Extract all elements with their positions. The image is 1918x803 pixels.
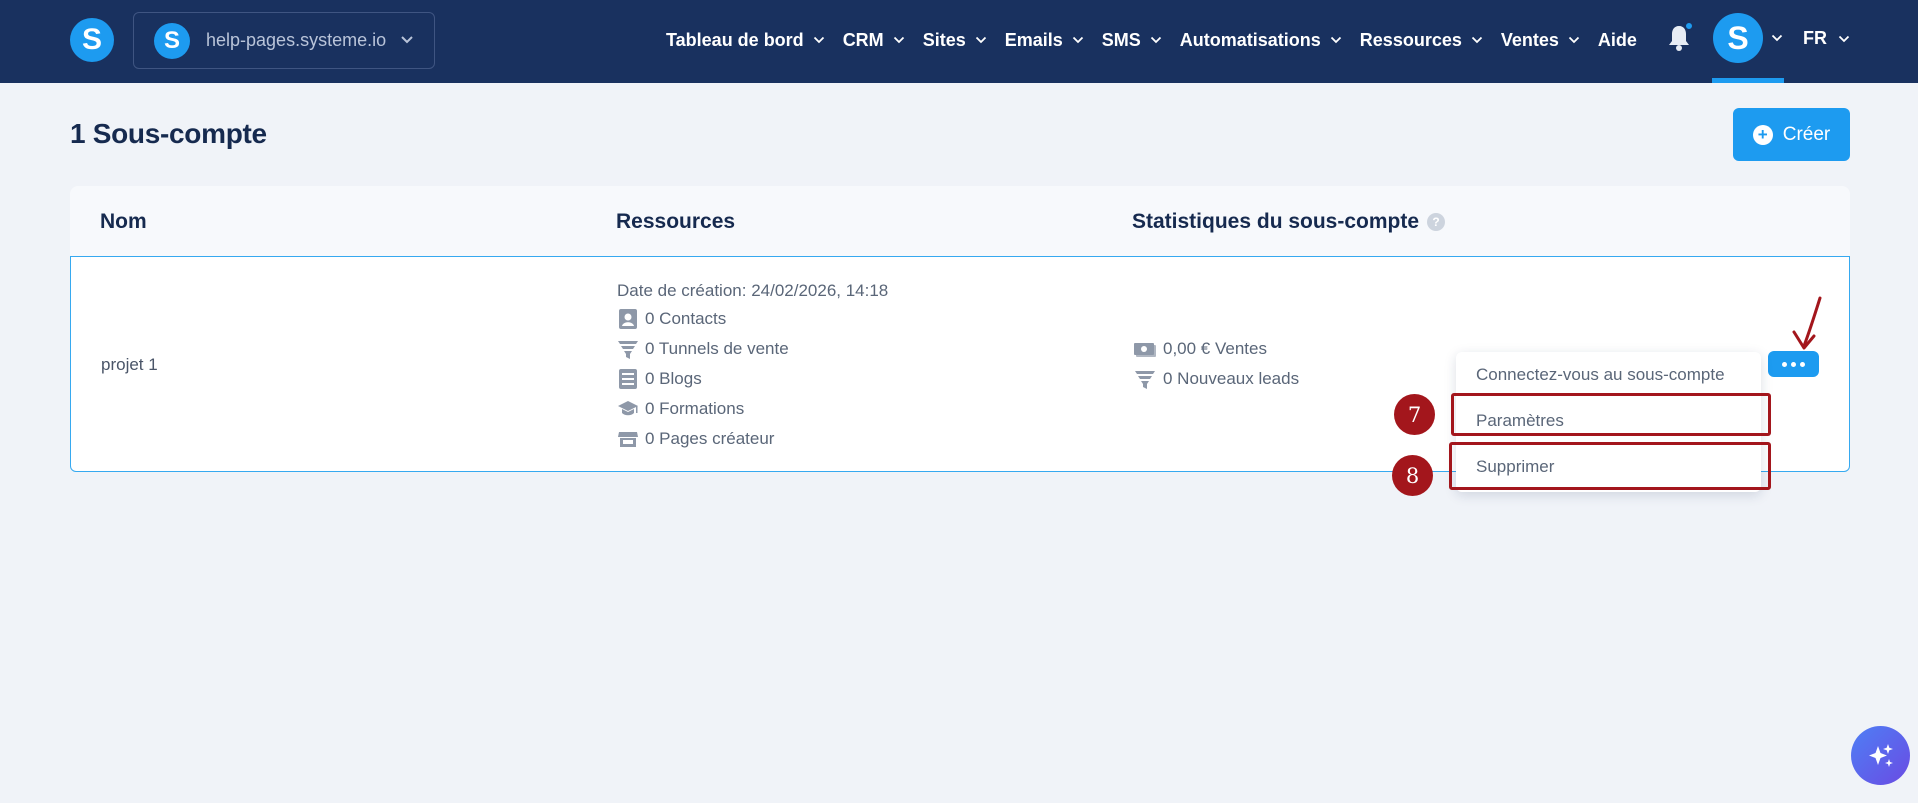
funnel-icon xyxy=(618,341,638,359)
creation-date: Date de création: 24/02/2026, 14:18 xyxy=(617,281,889,300)
nav-label: CRM xyxy=(842,29,884,50)
create-button-label: Créer xyxy=(1782,123,1831,145)
resource-creator-pages: 0 Pages créateur xyxy=(617,428,774,450)
chevron-down-icon xyxy=(893,36,904,44)
nav-label: Emails xyxy=(1004,29,1063,50)
highlight-box-settings xyxy=(1451,393,1771,436)
nav-automatisations[interactable]: Automatisations xyxy=(1180,30,1342,51)
plus-circle-icon: + xyxy=(1752,124,1773,145)
highlight-box-delete xyxy=(1449,442,1771,490)
funnel-icon xyxy=(1135,371,1155,389)
chevron-down-icon xyxy=(1330,36,1341,44)
nav-emails[interactable]: Emails xyxy=(1005,30,1084,51)
resource-text: 0 Blogs xyxy=(645,369,702,388)
chevron-down-icon xyxy=(1838,35,1850,42)
avatar[interactable]: S xyxy=(1713,13,1763,63)
sparkles-icon xyxy=(1868,743,1893,767)
nav-ventes[interactable]: Ventes xyxy=(1501,30,1580,51)
chevron-down-icon xyxy=(975,36,986,44)
nav-label: Ventes xyxy=(1500,29,1559,50)
nav-tableau-de-bord[interactable]: Tableau de bord xyxy=(666,30,825,51)
create-button[interactable]: + Créer xyxy=(1733,108,1850,161)
workspace-logo-letter: S xyxy=(163,26,180,54)
resource-blogs: 0 Blogs xyxy=(617,368,702,390)
resource-text: 0 Tunnels de vente xyxy=(645,339,789,358)
subaccount-name: projet 1 xyxy=(101,355,158,374)
main-nav: Tableau de bord CRM Sites Emails SMS Aut… xyxy=(666,26,1659,54)
notification-dot xyxy=(1684,21,1694,31)
avatar-letter: S xyxy=(1727,20,1749,56)
nav-label: Automatisations xyxy=(1179,29,1321,50)
logo-letter: S xyxy=(81,23,102,56)
step-badge-7: 7 xyxy=(1394,394,1435,435)
resource-contacts: 0 Contacts xyxy=(617,308,726,330)
ellipsis-dot xyxy=(1800,361,1805,367)
nav-sms[interactable]: SMS xyxy=(1102,30,1162,51)
money-icon xyxy=(1134,343,1156,357)
nav-sites[interactable]: Sites xyxy=(923,30,987,51)
nav-aide[interactable]: Aide xyxy=(1598,30,1637,51)
avatar-active-indicator xyxy=(1712,78,1784,83)
resource-formations: 0 Formations xyxy=(617,398,744,420)
blog-icon xyxy=(619,369,637,389)
resource-text: 0 Pages créateur xyxy=(645,429,775,448)
resource-funnels: 0 Tunnels de vente xyxy=(617,338,789,360)
top-navbar: S S help-pages.systeme.io Tableau de bor… xyxy=(0,0,1918,83)
graduation-cap-icon xyxy=(618,401,638,416)
help-icon[interactable]: ? xyxy=(1427,213,1446,231)
chevron-down-icon xyxy=(1471,36,1482,44)
chevron-down-icon xyxy=(1568,36,1580,44)
nav-label: SMS xyxy=(1101,29,1141,50)
step-badge-8: 8 xyxy=(1392,455,1433,496)
resource-text: 0 Contacts xyxy=(645,309,727,328)
table-header: Nom Ressources Statistiques du sous-comp… xyxy=(70,186,1850,257)
nav-crm[interactable]: CRM xyxy=(843,30,905,51)
ellipsis-dot xyxy=(1791,361,1796,367)
systeme-logo[interactable]: S xyxy=(70,18,114,62)
annotation-arrow-icon xyxy=(1792,296,1822,350)
ai-assistant-button[interactable] xyxy=(1851,726,1910,785)
stat-sales: 0,00 € Ventes xyxy=(1133,338,1267,360)
nav-label: Sites xyxy=(922,29,966,50)
stat-text: 0 Nouveaux leads xyxy=(1163,369,1300,388)
page-title: 1 Sous-compte xyxy=(70,118,267,149)
resource-text: 0 Formations xyxy=(645,399,745,418)
workspace-name: help-pages.systeme.io xyxy=(206,30,387,50)
stat-new-leads: 0 Nouveaux leads xyxy=(1133,368,1299,390)
contact-icon xyxy=(619,309,637,329)
stat-text: 0,00 € Ventes xyxy=(1163,339,1267,358)
column-header-stats: Statistiques du sous-compte? xyxy=(1132,210,1446,234)
nav-ressources[interactable]: Ressources xyxy=(1360,30,1483,51)
chevron-down-icon xyxy=(1150,36,1161,44)
store-icon xyxy=(618,432,638,447)
nav-label: Tableau de bord xyxy=(666,29,804,50)
chevron-down-icon xyxy=(813,36,824,44)
ellipsis-dot xyxy=(1782,361,1787,367)
chevron-down-icon xyxy=(401,36,413,44)
nav-label: Aide xyxy=(1597,29,1637,50)
language-selector[interactable]: FR xyxy=(1803,28,1850,49)
nav-label: Ressources xyxy=(1359,29,1462,50)
menu-item-login-subaccount[interactable]: Connectez-vous au sous-compte xyxy=(1476,365,1725,385)
column-header-resources: Ressources xyxy=(616,210,736,233)
workspace-selector[interactable]: S help-pages.systeme.io xyxy=(133,12,435,69)
chevron-down-icon[interactable] xyxy=(1771,34,1783,42)
column-header-name: Nom xyxy=(100,210,147,233)
chevron-down-icon xyxy=(1072,36,1083,44)
column-header-stats-label: Statistiques du sous-compte xyxy=(1132,210,1420,233)
language-label: FR xyxy=(1803,28,1827,48)
row-actions-button[interactable] xyxy=(1768,351,1819,377)
workspace-logo-icon: S xyxy=(154,22,190,59)
